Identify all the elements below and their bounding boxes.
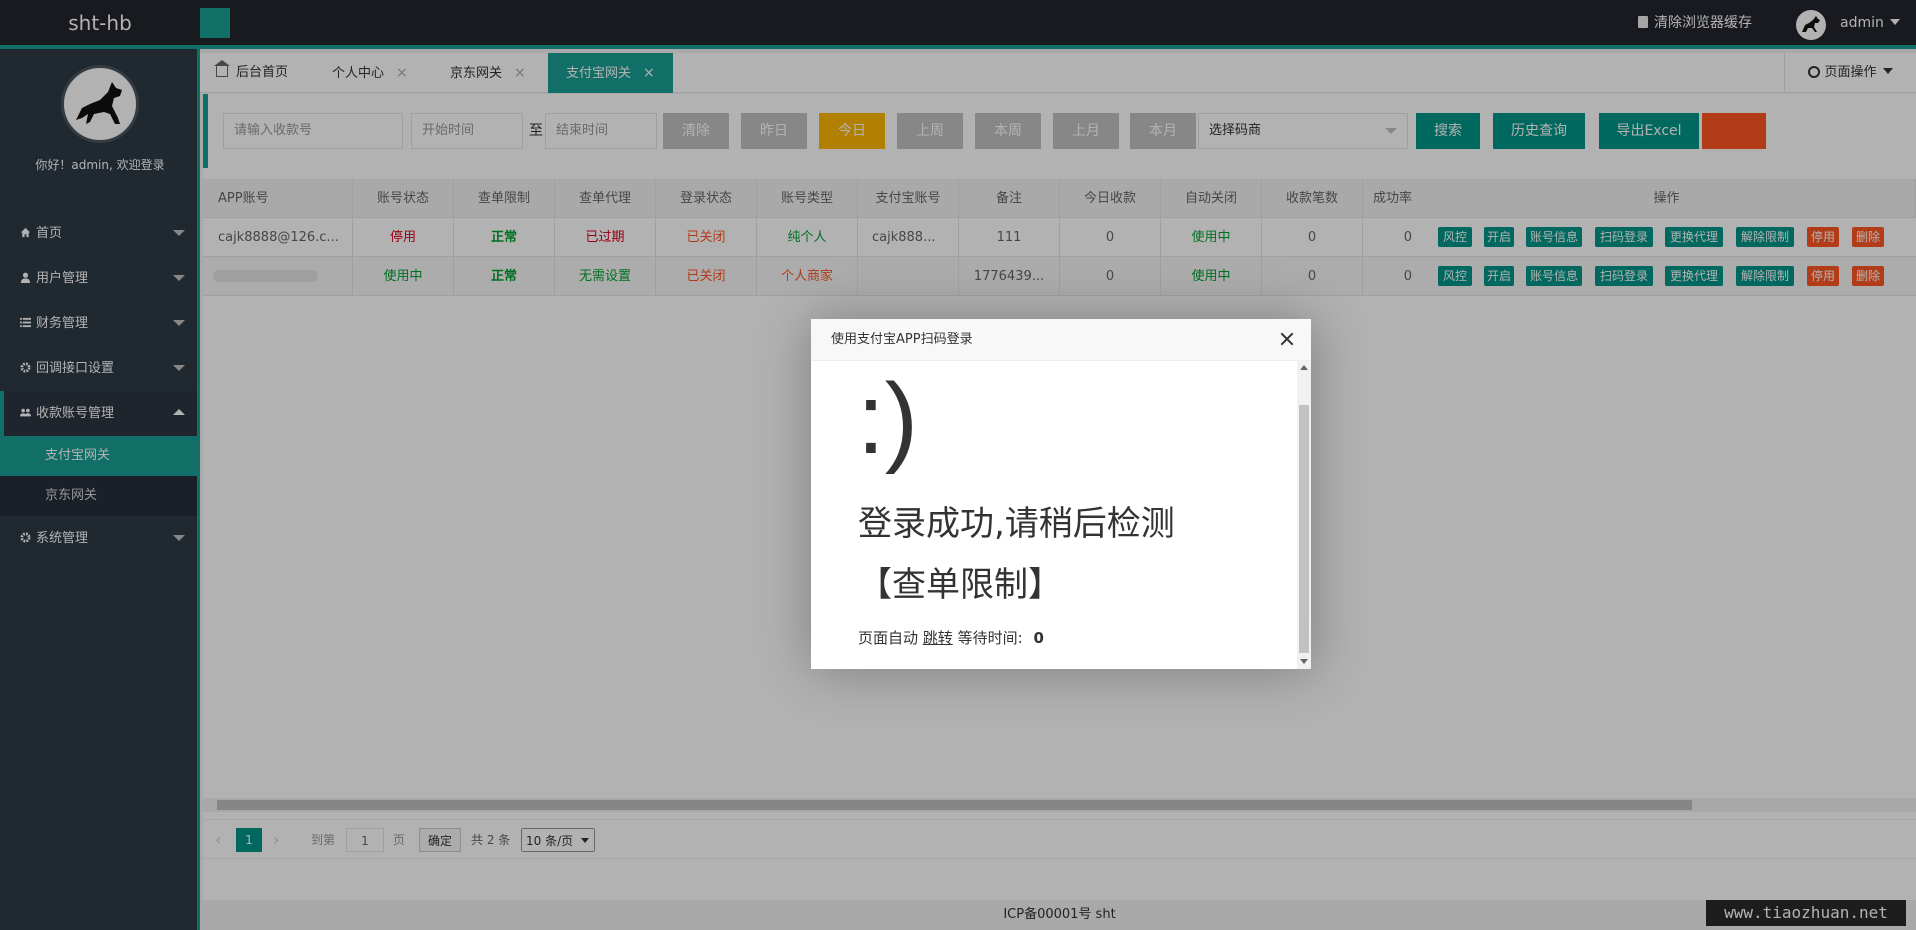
dialog-body: :) 登录成功,请稍后检测 【查单限制】 页面自动 跳转 等待时间: 0 (811, 361, 1311, 669)
login-success-message: 登录成功,请稍后检测 (858, 504, 1175, 544)
redirect-link[interactable]: 跳转 (923, 629, 953, 647)
query-limit-message: 【查单限制】 (858, 565, 1062, 605)
smiley-text: :) (857, 363, 919, 475)
redirect-prefix: 页面自动 (858, 629, 919, 647)
wait-seconds: 0 (1033, 629, 1044, 647)
close-icon[interactable] (1279, 331, 1295, 347)
dialog-scrollbar[interactable] (1297, 361, 1311, 669)
scroll-down-icon[interactable] (1300, 659, 1308, 664)
wait-label: 等待时间: (957, 629, 1023, 647)
dialog-title: 使用支付宝APP扫码登录 (811, 319, 1311, 361)
scrollbar-thumb[interactable] (1299, 405, 1309, 653)
scan-login-dialog: 使用支付宝APP扫码登录 :) 登录成功,请稍后检测 【查单限制】 页面自动 跳… (811, 319, 1311, 669)
redirect-countdown: 页面自动 跳转 等待时间: 0 (858, 627, 1044, 648)
scroll-up-icon[interactable] (1300, 365, 1308, 370)
